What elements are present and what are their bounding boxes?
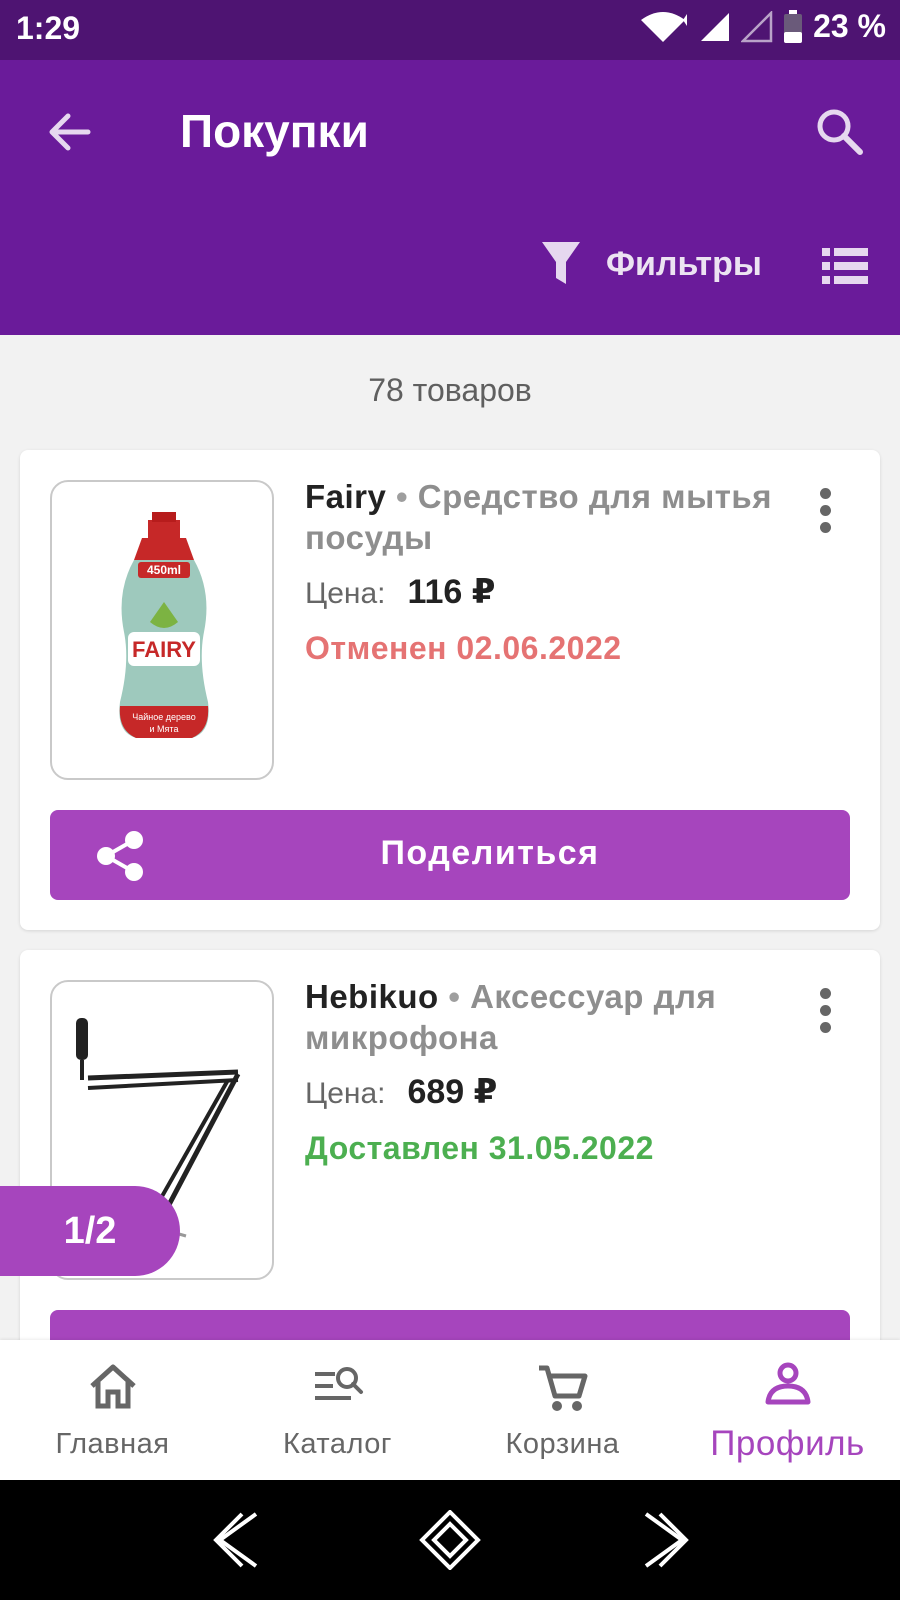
price-row: Цена: 689 ₽ (305, 1072, 775, 1112)
signal-icon (699, 11, 731, 43)
more-options-button[interactable] (818, 988, 832, 1034)
product-info: Hebikuo • Аксессуар для микрофона Цена: … (305, 976, 775, 1167)
product-info: Fairy • Средство для мытья посуды Цена: … (305, 476, 775, 667)
status-icons: 23 % (639, 8, 886, 45)
back-button[interactable] (44, 106, 96, 158)
search-button[interactable] (812, 104, 868, 160)
svg-text:FAIRY: FAIRY (132, 637, 196, 662)
share-button[interactable]: Поделиться (50, 810, 850, 900)
purchase-card[interactable]: 450ml FAIRY Чайное дерево и Мята Fairy •… (20, 450, 880, 930)
more-vert-icon (818, 988, 832, 1033)
price-label: Цена: (305, 577, 386, 610)
recents-nav-icon[interactable] (640, 1510, 690, 1570)
nav-cart-label: Корзина (505, 1428, 620, 1460)
arrow-left-icon (49, 113, 91, 151)
order-status: Отменен 02.06.2022 (305, 630, 622, 666)
fairy-bottle-image: 450ml FAIRY Чайное дерево и Мята (119, 512, 209, 738)
wifi-icon (639, 10, 689, 44)
nav-home-label: Главная (55, 1428, 170, 1460)
list-view-icon (822, 248, 868, 284)
price-value: 689 ₽ (407, 1073, 498, 1111)
home-icon (89, 1364, 136, 1409)
title-separator: • (396, 478, 409, 515)
nav-home[interactable]: Главная (0, 1340, 225, 1480)
svg-text:Чайное дерево: Чайное дерево (132, 712, 195, 722)
filters-label: Фильтры (606, 244, 762, 283)
nav-catalog[interactable]: Каталог (225, 1340, 450, 1480)
svg-text:и Мята: и Мята (150, 724, 179, 734)
product-brand: Fairy (305, 478, 387, 515)
nav-catalog-label: Каталог (283, 1428, 392, 1460)
filters-button[interactable]: Фильтры (540, 240, 762, 288)
items-count: 78 товаров (368, 372, 532, 408)
svg-text:450ml: 450ml (147, 563, 181, 577)
filter-icon (542, 242, 580, 284)
page-title: Покупки (180, 105, 369, 157)
battery-percent: 23 % (813, 8, 886, 44)
nav-profile[interactable]: Профиль (675, 1340, 900, 1480)
signal-empty-icon (741, 10, 773, 43)
title-separator: • (448, 978, 461, 1015)
back-nav-icon[interactable] (212, 1510, 262, 1570)
product-title[interactable]: Hebikuo • Аксессуар для микрофона (305, 976, 775, 1058)
price-value: 116 ₽ (407, 573, 496, 611)
search-icon (817, 109, 863, 155)
share-label: Поделиться (380, 834, 600, 872)
status-bar: 1:29 23 % (0, 0, 900, 60)
cart-icon (538, 1365, 587, 1411)
purchase-card[interactable]: Hebikuo • Аксессуар для микрофона Цена: … (20, 950, 880, 1400)
home-nav-icon[interactable] (418, 1510, 482, 1570)
list-view-toggle[interactable] (822, 246, 868, 286)
nav-cart[interactable]: Корзина (450, 1340, 675, 1480)
system-navigation-bar (0, 1480, 900, 1600)
status-time: 1:29 (16, 10, 81, 46)
price-label: Цена: (305, 1077, 386, 1110)
more-vert-icon (818, 488, 832, 533)
nav-profile-label: Профиль (710, 1424, 865, 1463)
more-options-button[interactable] (818, 488, 832, 534)
catalog-search-icon (314, 1367, 363, 1400)
battery-icon (783, 9, 803, 44)
product-title[interactable]: Fairy • Средство для мытья посуды (305, 476, 775, 558)
profile-icon (765, 1362, 810, 1405)
order-status: Доставлен 31.05.2022 (305, 1130, 654, 1166)
product-image[interactable]: 450ml FAIRY Чайное дерево и Мята (50, 480, 274, 780)
bottom-navigation: Главная Каталог Корзина Профиль (0, 1340, 900, 1480)
page-indicator: 1/2 (0, 1186, 180, 1276)
product-brand: Hebikuo (305, 978, 439, 1015)
app-bar: Покупки Фильтры (0, 60, 900, 335)
price-row: Цена: 116 ₽ (305, 572, 775, 612)
